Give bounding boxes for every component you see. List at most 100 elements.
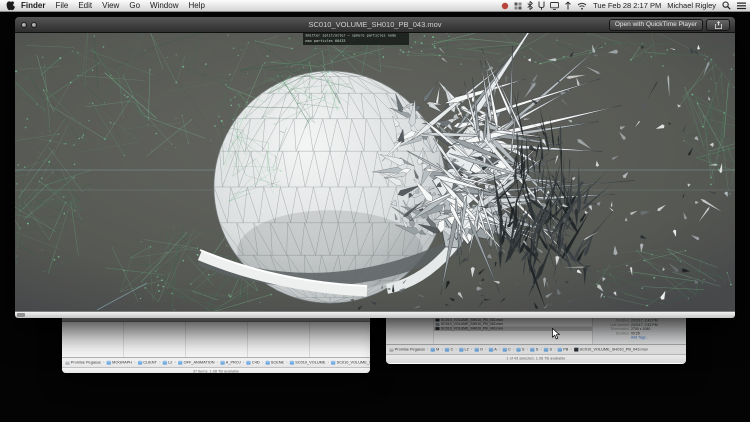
path-label: L2 (464, 347, 469, 352)
path-item[interactable]: M (430, 347, 439, 352)
path-separator: › (485, 347, 487, 352)
folder-icon (178, 360, 183, 365)
status-bar: 37 items, 1.08 TB available (62, 367, 370, 373)
path-item[interactable]: Promise Pegasus (65, 360, 101, 365)
path-item[interactable]: L2 (162, 360, 173, 365)
path-label: Promise Pegasus (394, 347, 425, 352)
path-separator: › (498, 347, 501, 352)
menu-finder[interactable]: Finder (16, 1, 50, 10)
info-label (593, 336, 631, 340)
apple-menu-icon[interactable] (4, 0, 16, 11)
keychain-icon[interactable] (538, 1, 545, 10)
path-item[interactable]: PB (557, 347, 568, 352)
menu-items: Finder File Edit View Go Window Help (16, 1, 210, 10)
column-separator (309, 322, 310, 357)
folder-icon (289, 360, 295, 365)
add-tags-link[interactable]: Add Tags... (631, 336, 648, 340)
path-label: S (521, 347, 525, 352)
status-text: 1 of 43 selected, 1.08 TB available (506, 356, 566, 361)
path-item[interactable]: SC010_VOLUME_SH010 (331, 360, 370, 365)
folder-icon (557, 347, 563, 352)
path-item[interactable]: SC010_VOLUME (289, 360, 326, 365)
column-view[interactable] (62, 322, 370, 357)
path-item[interactable]: MOGRAPH (106, 360, 132, 365)
path-item[interactable]: CLIENT (137, 360, 157, 365)
path-item[interactable]: A (488, 347, 497, 352)
movie-file-icon (435, 318, 440, 322)
menu-window[interactable]: Window (145, 1, 183, 10)
finder-window-files: SC010_VOLUME_SH010_PB_041.mov SC010_VOLUM… (386, 318, 686, 364)
path-separator: › (455, 347, 457, 352)
path-separator: › (540, 347, 542, 352)
folder-icon (502, 347, 507, 352)
movie-file-icon (435, 327, 440, 331)
file-row[interactable]: SC010_VOLUME_SH010_PB_043.mov (434, 326, 592, 331)
path-item[interactable]: S (530, 347, 538, 352)
folder-icon (543, 347, 549, 352)
menu-clock[interactable]: Tue Feb 28 2:17 PM (593, 1, 661, 10)
path-item[interactable]: S (543, 347, 552, 352)
drive-icon (65, 360, 70, 365)
path-label: CLIENT (143, 360, 157, 365)
path-separator: › (159, 360, 161, 365)
path-label: C (507, 347, 511, 352)
quicklook-titlebar[interactable]: SC010_VOLUME_SH010_PB_043.mov Open with … (15, 17, 735, 33)
path-item[interactable]: SC010_VOLUME_SH010_PB_043.mov (574, 347, 648, 352)
path-label: L2 (168, 360, 173, 365)
path-separator: › (174, 360, 176, 365)
bluetooth-icon[interactable] (527, 1, 534, 10)
path-label: O (480, 347, 484, 352)
menu-user[interactable]: Michael Rigley (667, 1, 716, 10)
menu-file[interactable]: File (50, 1, 73, 10)
close-window-button[interactable] (21, 21, 27, 28)
menu-go[interactable]: Go (124, 1, 145, 10)
path-item[interactable]: O (474, 347, 484, 352)
status-bar: 1 of 43 selected, 1.08 TB available (386, 354, 686, 363)
notification-red-icon[interactable] (501, 2, 509, 10)
open-with-quicktime-button[interactable]: Open with QuickTime Player (608, 18, 703, 31)
path-item[interactable]: S (516, 347, 525, 352)
path-label: A (494, 347, 497, 352)
status-icons (501, 1, 587, 10)
path-item[interactable]: L2 (459, 347, 469, 352)
folder-icon (445, 347, 450, 352)
menu-edit[interactable]: Edit (73, 1, 97, 10)
spaces-icon[interactable] (514, 2, 522, 10)
share-button[interactable] (706, 18, 730, 31)
path-separator: › (242, 360, 245, 365)
video-preview[interactable]: Emitter split/alter — sphere particles n… (15, 33, 735, 311)
display-icon[interactable] (550, 1, 560, 10)
column-empty[interactable] (386, 318, 434, 344)
scrubber-knob[interactable] (17, 313, 25, 317)
file-list[interactable]: SC010_VOLUME_SH010_PB_041.mov SC010_VOLUM… (434, 318, 593, 344)
playback-scrubber[interactable] (15, 311, 735, 318)
path-label: SC010_VOLUME (295, 360, 326, 365)
wifi-icon[interactable] (577, 2, 587, 10)
notification-center-icon[interactable] (737, 2, 746, 10)
path-separator: › (261, 360, 264, 365)
spotlight-search-icon[interactable] (722, 1, 731, 10)
path-item[interactable]: C (445, 347, 453, 352)
quicklook-window: SC010_VOLUME_SH010_PB_043.mov Open with … (15, 17, 735, 318)
folder-icon (516, 347, 521, 352)
finder-window-folder: Promise Pegasus › MOGRAPH › CLIENT › L2 › OFF_AN… (62, 318, 370, 373)
path-item[interactable]: A_PROJ (220, 360, 241, 365)
folder-icon (137, 360, 143, 365)
zoom-window-button[interactable] (31, 21, 37, 28)
menu-view[interactable]: View (97, 1, 124, 10)
path-separator: › (427, 347, 429, 352)
preview-info-pane: Modified 2/22/17, 2:42 PM Last opened 2/22/… (593, 318, 686, 344)
file-name: SC010_VOLUME_SH010_PB_042.mov (441, 322, 504, 327)
menu-help[interactable]: Help (183, 1, 209, 10)
path-separator: › (526, 347, 528, 352)
timemachine-icon[interactable] (564, 1, 572, 10)
path-item[interactable]: OFF_ANIMATION (178, 360, 215, 365)
path-item[interactable]: C4D (246, 360, 260, 365)
folder-icon (488, 347, 494, 352)
path-item[interactable]: C (502, 347, 511, 352)
path-item[interactable]: SCENE (265, 360, 284, 365)
folder-icon (459, 347, 464, 352)
path-item[interactable]: Promise Pegasus (389, 347, 425, 352)
hud-line-2: max particles 66433 (305, 39, 346, 43)
path-separator: › (441, 347, 443, 352)
